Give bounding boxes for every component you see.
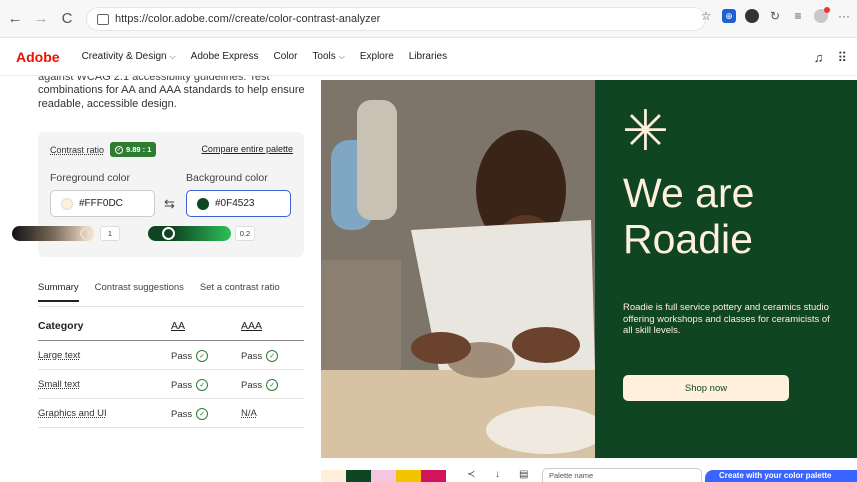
foreground-color-input[interactable]: #FFF0DC xyxy=(50,190,155,217)
background-level[interactable]: 0.2 xyxy=(235,226,255,241)
bell-icon[interactable]: ♫ xyxy=(814,50,824,66)
contrast-ratio-label: Contrast ratio xyxy=(50,145,105,155)
nav-right: ♫ ⠿ xyxy=(814,50,847,66)
lock-icon xyxy=(97,13,109,25)
check-circle-icon: ✓ xyxy=(196,350,209,362)
site-nav: Adobe Creativity & Design ⌵ Adobe Express… xyxy=(0,38,857,76)
aa-result: Pass ✓ xyxy=(171,379,209,391)
pottery-photo xyxy=(321,80,595,458)
results-table: Category AA AAA Large text Pass ✓ Pass ✓ S… xyxy=(38,314,304,428)
tab-contrast-suggestions[interactable]: Contrast suggestions xyxy=(95,282,184,302)
create-with-palette-button[interactable]: Create with your color palette xyxy=(705,470,857,482)
compare-palette-link[interactable]: Compare entire palette xyxy=(201,144,293,154)
slider-handle[interactable] xyxy=(80,227,93,240)
category-large-text[interactable]: Large text xyxy=(38,350,80,361)
tab-summary[interactable]: Summary xyxy=(38,282,79,302)
results-tabs: Summary Contrast suggestions Set a contr… xyxy=(38,282,280,302)
profile-avatar[interactable] xyxy=(814,7,830,23)
background-luminance-slider[interactable] xyxy=(148,226,231,241)
foreground-label: Foreground color xyxy=(50,172,130,184)
chevron-down-icon: ⌵ xyxy=(338,52,345,61)
header-aa: AA xyxy=(171,320,186,332)
table-row: Small text Pass ✓ Pass ✓ xyxy=(38,370,304,399)
aa-result: Pass ✓ xyxy=(171,408,209,420)
browser-actions: ☆ ⊕ ↻ ≡ ··· xyxy=(699,7,851,23)
reload-icon[interactable]: C xyxy=(56,8,78,30)
asterisk-icon: ✳ xyxy=(622,99,669,164)
adobe-logo[interactable]: Adobe xyxy=(16,49,60,65)
aaa-result: Pass ✓ xyxy=(241,379,279,391)
nav-color[interactable]: Color xyxy=(274,51,298,62)
check-circle-icon: ✓ xyxy=(266,379,279,391)
preview-description: Roadie is full service pottery and ceram… xyxy=(623,302,830,336)
background-color-input[interactable]: #0F4523 xyxy=(186,190,291,217)
palette-swatch[interactable] xyxy=(346,470,371,482)
favorites-icon[interactable]: ≡ xyxy=(791,9,805,23)
category-graphics-ui[interactable]: Graphics and UI xyxy=(38,408,107,419)
url-text: https://color.adobe.com//create/color-co… xyxy=(115,13,381,25)
refresh-extension-icon[interactable]: ↻ xyxy=(768,9,782,23)
address-bar[interactable]: https://color.adobe.com//create/color-co… xyxy=(86,7,706,31)
forward-icon[interactable]: → xyxy=(30,8,52,30)
extension-icon[interactable]: ⊕ xyxy=(722,9,736,23)
swap-colors-icon[interactable]: ⇆ xyxy=(164,196,175,212)
extension-dark-icon[interactable] xyxy=(745,9,759,23)
download-icon[interactable]: ↓ xyxy=(495,469,500,480)
table-row: Large text Pass ✓ Pass ✓ xyxy=(38,341,304,370)
tab-divider xyxy=(38,306,304,307)
category-small-text[interactable]: Small text xyxy=(38,379,80,390)
check-icon: ✓ xyxy=(115,145,123,154)
palette-swatch[interactable] xyxy=(371,470,396,482)
intro-text: against WCAG 2.1 accessibility guideline… xyxy=(38,76,308,111)
table-row: Graphics and UI Pass ✓ N/A xyxy=(38,399,304,428)
tab-set-contrast-ratio[interactable]: Set a contrast ratio xyxy=(200,282,280,302)
palette-swatch[interactable] xyxy=(421,470,446,482)
analyzer-panel: against WCAG 2.1 accessibility guideline… xyxy=(0,76,321,482)
check-circle-icon: ✓ xyxy=(266,350,279,362)
foreground-swatch[interactable] xyxy=(61,197,73,210)
nav-adobe-express[interactable]: Adobe Express xyxy=(191,51,259,62)
header-aaa: AAA xyxy=(241,320,263,332)
intro-body: combinations for AA and AAA standards to… xyxy=(38,84,305,110)
library-icon[interactable]: ▤ xyxy=(519,469,528,480)
background-label: Background color xyxy=(186,172,268,184)
aaa-result: N/A xyxy=(241,408,257,419)
browser-toolbar: ← → C https://color.adobe.com//create/co… xyxy=(0,0,857,38)
background-swatch[interactable] xyxy=(197,197,209,210)
contrast-ratio-badge: ✓ 9.89 : 1 xyxy=(110,142,157,157)
check-circle-icon: ✓ xyxy=(196,379,209,391)
aa-result: Pass ✓ xyxy=(171,350,209,362)
nav-libraries[interactable]: Libraries xyxy=(409,51,447,62)
palette-bar: ≺ ↓ ▤ Palette name Create with your colo… xyxy=(321,466,857,482)
aaa-result: Pass ✓ xyxy=(241,350,279,362)
share-icon[interactable]: ≺ xyxy=(467,469,475,480)
preview-headline: We are Roadie xyxy=(623,170,755,262)
star-icon[interactable]: ☆ xyxy=(699,9,713,23)
nav-tools[interactable]: Tools ⌵ xyxy=(312,51,344,62)
palette-swatch[interactable] xyxy=(396,470,421,482)
back-icon[interactable]: ← xyxy=(4,8,26,30)
table-header: Category AA AAA xyxy=(38,314,304,341)
foreground-luminance-slider[interactable] xyxy=(12,226,95,241)
check-circle-icon: ✓ xyxy=(196,408,209,420)
nav-explore[interactable]: Explore xyxy=(360,51,394,62)
more-icon[interactable]: ··· xyxy=(837,9,851,23)
slider-handle[interactable] xyxy=(162,227,175,240)
palette-swatch[interactable] xyxy=(321,470,346,482)
palette-name-field[interactable]: Palette name xyxy=(542,468,702,482)
apps-grid-icon[interactable]: ⠿ xyxy=(837,50,847,66)
intro-clipped-line: against WCAG 2.1 accessibility guideline… xyxy=(38,76,270,83)
nav-creativity-design[interactable]: Creativity & Design ⌵ xyxy=(82,51,176,62)
chevron-down-icon: ⌵ xyxy=(169,52,176,61)
foreground-level[interactable]: 1 xyxy=(100,226,120,241)
header-category: Category xyxy=(38,320,84,332)
shop-now-button[interactable]: Shop now xyxy=(623,375,789,401)
